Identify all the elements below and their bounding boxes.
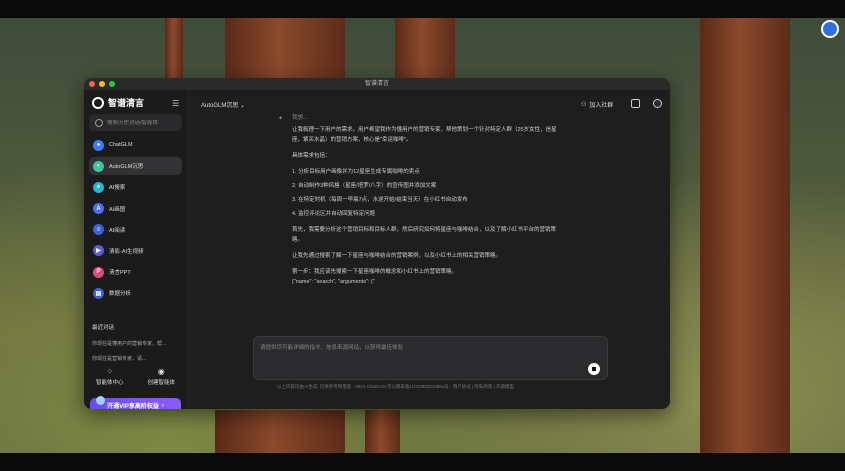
bot-avatar-icon: ✦ [278,116,284,122]
sidebar-item-label: 清影-AI生视频 [109,248,144,255]
close-button[interactable] [89,81,95,87]
sidebar-item-ppt[interactable]: P 清言PPT [89,263,182,281]
data-analysis-icon: ▤ [93,287,104,299]
join-community-button[interactable]: ⚇ 加入社群 [581,100,613,109]
grid-icon: ⁘ [106,367,114,376]
chat-line: 首先，我需要分析这个营销目标和目标人群，然后研究如何将星座与咖啡结合，以及了解小… [292,227,557,233]
sidebar-item-label: AI搜索 [109,185,126,192]
collapse-sidebar-icon[interactable]: ☰ [172,99,179,108]
sidebar-item-chatglm[interactable]: ● ChatGLM [89,136,182,154]
chat-line: 让我梳理一下用户的需求。用户希望我作为懂用户的营销专家，帮他策划一个针对特定人群… [292,127,557,133]
sidebar: 智谱清言 ☰ ● ChatGLM ◐ AutoGLM沉思 ⌕ AI搜索 A AI… [84,90,188,409]
autoglm-icon: ◐ [93,160,104,172]
model-selector[interactable]: AutoGLM沉思 ⌄ [201,100,245,109]
ai-draw-icon: A [93,203,104,215]
agent-center-button[interactable]: ⁘ 智能体中心 [96,367,124,386]
tool-label: 智能体中心 [95,380,124,386]
tree-trunk [395,18,455,78]
app-window: 智谱清言 智谱清言 ☰ ● ChatGLM ◐ AutoGLM沉思 ⌕ AI搜索 [84,78,670,409]
vip-badge-icon [96,396,105,405]
sidebar-item-ai-read[interactable]: ≡ AI阅读 [89,221,182,239]
vip-button[interactable]: 开通VIP享高阶权益 › [90,396,181,409]
model-name: AutoGLM沉思 [201,103,239,109]
status-tray-icon[interactable] [821,20,839,38]
chat-line: 座，紫买水晶）的营销方案，核心是"幸运咖啡"。 [292,137,412,143]
chat-line: 让我先通过搜索了解一下星座与咖啡结合的营销案例，以及小红书上的相关营销策略。 [292,253,502,259]
chat-line: 3. 在特定时机（每周一早晨7点，水逆开始/结束当天）在小红书自动发布 [292,197,468,203]
title-bar: 智谱清言 [84,78,670,90]
create-agent-icon: ◉ [157,367,165,376]
ai-read-icon: ≡ [93,224,104,236]
sidebar-item-data-analysis[interactable]: ▤ 数据分析 [89,284,182,302]
prompt-input[interactable] [260,343,580,357]
sidebar-item-label: 清言PPT [109,270,131,277]
search-box [89,114,182,131]
window-switch-icon[interactable] [631,99,640,108]
chevron-down-icon: ⌄ [240,103,246,109]
bottom-bar [0,453,845,471]
sidebar-item-autoglm[interactable]: ◐ AutoGLM沉思 [89,157,182,176]
chat-line: 略。 [292,237,304,243]
sidebar-item-label: AI画图 [109,206,126,213]
chat-line: {"name": "search", "arguments": {" [292,279,375,285]
tree-trunk [215,410,345,453]
avatar[interactable] [653,99,662,108]
tool-label: 创建智能体 [147,380,175,386]
sidebar-item-label: ChatGLM [109,142,133,148]
sidebar-item-ai-search[interactable]: ⌕ AI搜索 [89,178,182,196]
create-agent-button[interactable]: ◉ 创建智能体 [147,367,175,386]
sidebar-item-label: AI阅读 [109,227,126,234]
chat-line: 我想... [292,115,308,121]
nav-list: ● ChatGLM ◐ AutoGLM沉思 ⌕ AI搜索 A AI画图 ≡ AI… [89,136,182,306]
search-input[interactable] [107,119,177,126]
window-title: 智谱清言 [364,81,389,87]
sidebar-item-ai-video[interactable]: ▶ 清影-AI生视频 [89,242,182,260]
traffic-lights [89,81,115,87]
chat-line: 1. 分析目标用户画像并为12星座生成专属咖啡的卖点 [292,169,420,175]
sidebar-item-label: 数据分析 [109,291,132,298]
tree-trunk [225,18,345,78]
recent-conversation[interactable]: 你现在是营销专家，请... [92,355,182,362]
ai-video-icon: ▶ [93,245,104,257]
tree-trunk [700,18,790,471]
people-icon: ⚇ [581,102,587,108]
join-label: 加入社群 [589,103,614,109]
sidebar-item-ai-draw[interactable]: A AI画图 [89,200,182,218]
footer-disclaimer: 以上内容均由AI生成, 仅供参考和借鉴 · 2024 ChatGLM 京公网安备… [277,384,515,389]
brand: 智谱清言 [92,96,144,109]
composer [253,336,608,380]
ai-search-icon: ⌕ [93,181,104,193]
chevron-right-icon: › [161,402,164,409]
recent-conversation[interactable]: 你现在是懂用户的营销专家，帮... [92,340,182,347]
brand-name: 智谱清言 [108,98,145,108]
stop-icon [592,367,596,371]
search-icon [95,118,103,127]
tree-trunk [365,410,400,453]
maximize-button[interactable] [109,81,115,87]
brand-logo-icon [92,96,104,109]
bottom-tools: ⁘ 智能体中心 ◉ 创建智能体 [84,367,187,386]
vip-label: 开通VIP享高阶权益 [107,404,159,409]
ppt-icon: P [93,266,104,278]
minimize-button[interactable] [99,81,105,87]
recent-title: 最近对话 [92,325,115,331]
chat-line: 第一步：我应该先搜索一下星座咖啡的概念和小红书上的营销策略。 [292,269,458,275]
stop-button[interactable] [588,363,600,375]
chat-line: 具体需求包括： [292,153,331,159]
tree-trunk [165,18,183,78]
chat-line: 4. 监控评论区并自动回复特定问题 [292,211,376,217]
chatglm-icon: ● [93,139,104,151]
sidebar-item-label: AutoGLM沉思 [109,164,144,171]
menu-bar [0,0,845,18]
chat-line: 2. 自动制作3种风格（星座/塔罗/八字）的宣传图并添加文案 [292,183,437,189]
